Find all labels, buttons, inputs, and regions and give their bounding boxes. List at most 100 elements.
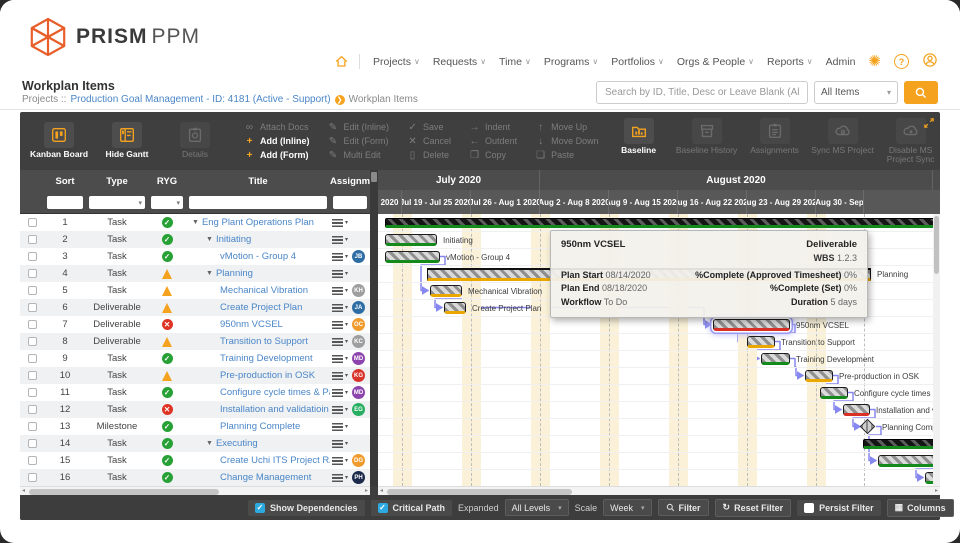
- filter-title-input[interactable]: [189, 196, 327, 209]
- gantt-bar[interactable]: [747, 335, 775, 348]
- gantt-week-column[interactable]: Aug 16 - Aug 22 2020: [678, 190, 747, 214]
- assignee-avatar[interactable]: PH: [352, 471, 366, 484]
- levels-select[interactable]: All Levels ▾: [504, 499, 569, 516]
- row-menu-icon[interactable]: [332, 354, 343, 363]
- row-title-link[interactable]: Create Uchi ITS Project RAID I...: [220, 455, 330, 466]
- row-checkbox[interactable]: [27, 235, 37, 244]
- header-ryg[interactable]: RYG: [148, 176, 186, 187]
- nav-admin[interactable]: Admin: [826, 56, 856, 68]
- row-checkbox[interactable]: [27, 371, 37, 380]
- row-menu-icon[interactable]: [332, 388, 343, 397]
- table-row[interactable]: 16 Task ✓ Change Management ▾ PH: [20, 469, 370, 486]
- checkbox-checked-icon[interactable]: ✓: [255, 502, 265, 513]
- gantt-bar[interactable]: [430, 284, 462, 297]
- row-checkbox[interactable]: [27, 337, 37, 346]
- nav-item-time[interactable]: Time ∨: [499, 56, 531, 68]
- hide-gantt-button[interactable]: Hide Gantt: [96, 122, 158, 159]
- table-row[interactable]: 14 Task ✓ ▼ Executing ▾: [20, 435, 370, 452]
- table-row[interactable]: 7 Deliverable ✕ 950nm VCSEL ▾ OC: [20, 316, 370, 333]
- add-inline-button[interactable]: + Add (Inline): [244, 136, 310, 147]
- nav-item-projects[interactable]: Projects ∨: [373, 56, 420, 68]
- assignee-avatar[interactable]: JA: [352, 301, 366, 314]
- collapse-caret-icon[interactable]: ▼: [192, 219, 199, 226]
- row-title-link[interactable]: Executing: [216, 438, 258, 449]
- gantt-week-column[interactable]: Aug 2 - Aug 8 2020: [540, 190, 609, 214]
- nav-item-programs[interactable]: Programs ∨: [544, 56, 598, 68]
- gantt-milestone[interactable]: [859, 418, 876, 435]
- assignee-avatar[interactable]: MD: [352, 352, 366, 365]
- assignee-avatar[interactable]: KH: [352, 284, 366, 297]
- reset-filter-button[interactable]: ↻ Reset Filter: [714, 498, 792, 517]
- collapse-caret-icon[interactable]: ▼: [206, 440, 213, 447]
- row-title-link[interactable]: Pre-production in OSK: [220, 370, 315, 381]
- table-row[interactable]: 10 Task Pre-production in OSK ▾ KG: [20, 367, 370, 384]
- gantt-bar[interactable]: [820, 386, 848, 399]
- search-input[interactable]: [596, 81, 808, 104]
- scale-select[interactable]: Week ▾: [603, 499, 652, 516]
- row-menu-icon[interactable]: [332, 235, 343, 244]
- row-menu-icon[interactable]: [332, 439, 343, 448]
- header-title[interactable]: Title: [186, 176, 330, 187]
- gantt-bar[interactable]: [385, 250, 440, 263]
- row-checkbox[interactable]: [27, 269, 37, 278]
- row-menu-icon[interactable]: [332, 473, 343, 482]
- enable-jira-sync-button[interactable]: Enable JIRA Sync: [947, 118, 960, 165]
- expand-panel-icon[interactable]: [923, 116, 935, 134]
- row-title-link[interactable]: Configure cycle times & Pay p...: [220, 387, 330, 398]
- row-title-link[interactable]: Mechanical Vibration: [220, 285, 308, 296]
- help-icon[interactable]: ?: [894, 54, 909, 69]
- row-checkbox[interactable]: [27, 303, 37, 312]
- row-title-link[interactable]: Transition to Support: [220, 336, 308, 347]
- splitter-grip[interactable]: [371, 172, 377, 182]
- filter-assignments-input[interactable]: [333, 196, 367, 209]
- row-checkbox[interactable]: [27, 422, 37, 431]
- gantt-bar[interactable]: [761, 352, 790, 365]
- filter-button[interactable]: Filter: [657, 499, 709, 516]
- collapse-caret-icon[interactable]: ▼: [206, 270, 213, 277]
- row-menu-icon[interactable]: [332, 456, 343, 465]
- filter-ryg-select[interactable]: ▾: [151, 196, 183, 209]
- gantt-week-column[interactable]: Aug 23 - Aug 29 2020: [747, 190, 816, 214]
- row-menu-icon[interactable]: [332, 337, 343, 346]
- table-row[interactable]: 15 Task ✓ Create Uchi ITS Project RAID I...…: [20, 452, 370, 469]
- columns-button[interactable]: ▦ Columns: [886, 498, 954, 517]
- nav-item-portfolios[interactable]: Portfolios ∨: [611, 56, 664, 68]
- gantt-week-column[interactable]: Jul 19 - Jul 25 2020: [402, 190, 471, 214]
- assignee-avatar[interactable]: JB: [352, 250, 366, 263]
- nav-item-reports[interactable]: Reports ∨: [767, 56, 813, 68]
- row-checkbox[interactable]: [27, 320, 37, 329]
- assignee-avatar[interactable]: KC: [352, 335, 366, 348]
- row-menu-icon[interactable]: [332, 320, 343, 329]
- assignee-avatar[interactable]: KG: [352, 369, 366, 382]
- gantt-bar[interactable]: [385, 233, 437, 246]
- row-title-link[interactable]: Create Project Plan: [220, 302, 302, 313]
- row-menu-icon[interactable]: [332, 286, 343, 295]
- header-type[interactable]: Type: [86, 176, 148, 187]
- row-checkbox[interactable]: [27, 405, 37, 414]
- gantt-week-column[interactable]: Aug 30 - Sep: [816, 190, 864, 214]
- row-checkbox[interactable]: [27, 439, 37, 448]
- gantt-vertical-scrollbar[interactable]: [933, 214, 940, 486]
- row-title-link[interactable]: Change Management: [220, 472, 311, 483]
- checkbox-checked-icon[interactable]: ✓: [377, 502, 388, 513]
- row-title-link[interactable]: Planning Complete: [220, 421, 300, 432]
- table-row[interactable]: 8 Deliverable Transition to Support ▾ KC: [20, 333, 370, 350]
- gantt-bar[interactable]: [925, 471, 933, 484]
- gantt-bar[interactable]: [444, 301, 466, 314]
- row-title-link[interactable]: Training Development: [220, 353, 313, 364]
- gantt-horizontal-scrollbar[interactable]: ◂ ▸: [378, 486, 940, 495]
- gantt-week-column[interactable]: 2020: [378, 190, 402, 214]
- row-checkbox[interactable]: [27, 456, 37, 465]
- filter-type-select[interactable]: ▾: [89, 196, 145, 209]
- gantt-week-column[interactable]: Aug 9 - Aug 15 2020: [609, 190, 678, 214]
- header-assignments[interactable]: Assignments: [330, 176, 370, 187]
- gantt-bar[interactable]: [385, 217, 933, 228]
- table-row[interactable]: 1 Task ✓ ▼ Eng Plant Operations Plan ▾: [20, 214, 370, 231]
- gear-icon[interactable]: ✺: [868, 54, 881, 69]
- row-menu-icon[interactable]: [332, 422, 343, 431]
- add-form-button[interactable]: + Add (Form): [244, 150, 310, 161]
- persist-filter-toggle[interactable]: Persist Filter: [797, 499, 881, 516]
- gantt-bar[interactable]: [863, 438, 933, 449]
- assignee-avatar[interactable]: MD: [352, 386, 366, 399]
- checkbox-unchecked-icon[interactable]: [804, 502, 815, 513]
